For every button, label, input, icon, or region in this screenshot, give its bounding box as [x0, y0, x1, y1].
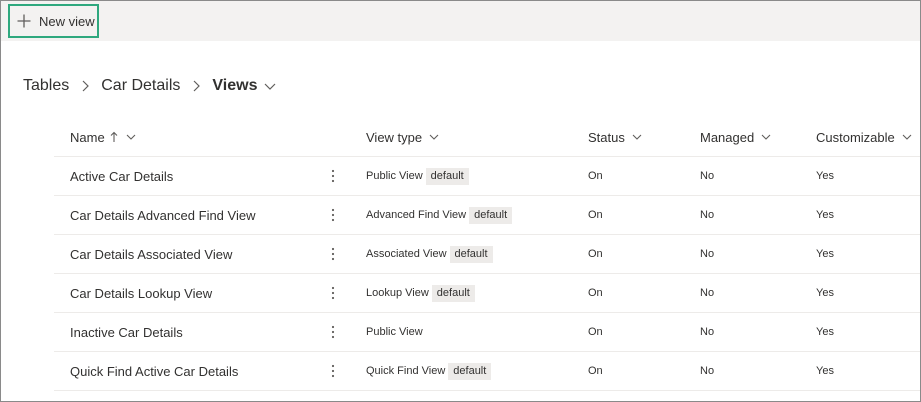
view-name[interactable]: Car Details Lookup View [70, 274, 212, 312]
app-frame: New view Tables Car Details Views Name V… [0, 0, 921, 402]
more-options-icon[interactable] [326, 352, 340, 390]
default-badge: default [448, 362, 492, 380]
status-cell: On [588, 170, 603, 182]
chevron-down-icon[interactable] [263, 79, 277, 93]
customizable-cell: Yes [816, 365, 834, 377]
breadcrumb-views[interactable]: Views [212, 77, 257, 95]
status-cell: On [588, 365, 603, 377]
view-type-cell: Lookup View default [366, 274, 475, 312]
default-badge: default [425, 167, 469, 185]
sort-ascending-icon [109, 131, 119, 143]
chevron-down-icon [760, 131, 772, 143]
view-type: Public View [366, 170, 423, 182]
managed-cell: No [700, 248, 715, 260]
column-header-managed[interactable]: Managed [700, 117, 772, 157]
breadcrumb: Tables Car Details Views [23, 77, 277, 95]
view-type: Public View [366, 326, 423, 338]
chevron-right-icon [77, 78, 93, 94]
view-type-cell: Public View [366, 313, 423, 351]
managed-cell: No [700, 365, 715, 377]
view-type-cell: Associated View default [366, 235, 493, 273]
column-header-name[interactable]: Name [70, 117, 137, 157]
managed-cell: No [700, 170, 715, 182]
breadcrumb-car-details[interactable]: Car Details [101, 77, 180, 95]
table-row[interactable]: Quick Find Active Car Details Quick Find… [54, 352, 920, 391]
table-row[interactable]: Car Details Associated View Associated V… [54, 235, 920, 274]
more-options-icon[interactable] [326, 196, 340, 234]
new-view-button[interactable]: New view [8, 4, 99, 38]
customizable-cell: Yes [816, 287, 834, 299]
plus-icon [16, 13, 32, 29]
breadcrumb-tables[interactable]: Tables [23, 77, 69, 95]
view-name[interactable]: Car Details Advanced Find View [70, 196, 255, 234]
chevron-down-icon [631, 131, 643, 143]
chevron-down-icon [901, 131, 913, 143]
more-options-icon[interactable] [326, 313, 340, 351]
customizable-cell: Yes [816, 170, 834, 182]
chevron-down-icon [428, 131, 440, 143]
view-type-cell: Public View default [366, 157, 469, 195]
view-type-cell: Quick Find View default [366, 352, 492, 390]
column-managed-label: Managed [700, 129, 755, 145]
column-header-view-type[interactable]: View type [366, 117, 440, 157]
managed-cell: No [700, 326, 715, 338]
column-header-customizable[interactable]: Customizable [816, 117, 913, 157]
more-options-icon[interactable] [326, 157, 340, 195]
more-options-icon[interactable] [326, 235, 340, 273]
table-row[interactable]: Car Details Lookup View Lookup View defau… [54, 274, 920, 313]
view-name[interactable]: Car Details Associated View [70, 235, 232, 273]
command-bar: New view [1, 1, 920, 41]
customizable-cell: Yes [816, 326, 834, 338]
table-row[interactable]: Active Car Details Public View default On… [54, 157, 920, 196]
managed-cell: No [700, 209, 715, 221]
column-customizable-label: Customizable [816, 129, 895, 145]
table-row[interactable]: Inactive Car Details Public View On No Y… [54, 313, 920, 352]
column-status-label: Status [588, 129, 625, 145]
chevron-down-icon [125, 131, 137, 143]
default-badge: default [469, 206, 513, 224]
more-options-icon[interactable] [326, 274, 340, 312]
managed-cell: No [700, 287, 715, 299]
view-type: Advanced Find View [366, 209, 467, 221]
column-name-label: Name [70, 129, 105, 145]
new-view-label: New view [39, 13, 95, 29]
views-grid: Name View type Status Managed Customizab… [54, 117, 920, 391]
status-cell: On [588, 248, 603, 260]
status-cell: On [588, 287, 603, 299]
status-cell: On [588, 326, 603, 338]
grid-header: Name View type Status Managed Customizab… [54, 117, 920, 157]
chevron-right-icon [188, 78, 204, 94]
column-header-status[interactable]: Status [588, 117, 643, 157]
view-type: Lookup View [366, 287, 429, 299]
status-cell: On [588, 209, 603, 221]
customizable-cell: Yes [816, 209, 834, 221]
view-type: Associated View [366, 248, 447, 260]
view-name[interactable]: Quick Find Active Car Details [70, 352, 238, 390]
table-row[interactable]: Car Details Advanced Find View Advanced … [54, 196, 920, 235]
view-type: Quick Find View [366, 365, 446, 377]
column-view-type-label: View type [366, 129, 423, 145]
view-type-cell: Advanced Find View default [366, 196, 513, 234]
default-badge: default [431, 284, 475, 302]
customizable-cell: Yes [816, 248, 834, 260]
view-name[interactable]: Active Car Details [70, 157, 173, 195]
default-badge: default [449, 245, 493, 263]
view-name[interactable]: Inactive Car Details [70, 313, 183, 351]
